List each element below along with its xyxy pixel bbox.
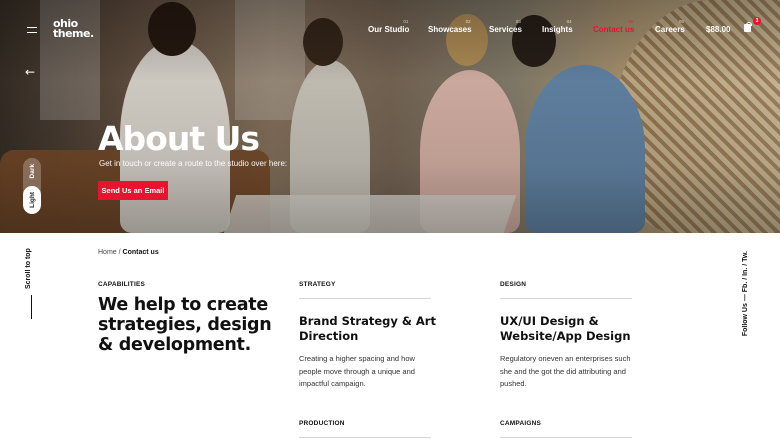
divider bbox=[299, 298, 431, 299]
nav-item-number: 06 bbox=[678, 19, 684, 24]
nav-item-careers[interactable]: Careers 06 bbox=[655, 19, 685, 34]
theme-mode-toggle[interactable]: Dark Light bbox=[23, 158, 41, 214]
light-mode-label: Light bbox=[28, 192, 36, 208]
back-arrow-icon[interactable]: ← bbox=[25, 66, 35, 78]
nav-item-label: Careers bbox=[655, 25, 685, 34]
breadcrumb-current: Contact us bbox=[122, 249, 159, 256]
shopping-bag-icon[interactable] bbox=[744, 21, 752, 32]
nav-item-services[interactable]: Services 03 bbox=[489, 19, 522, 34]
nav-item-label: Insights bbox=[542, 25, 573, 34]
breadcrumb: Home / Contact us bbox=[98, 249, 159, 256]
strategy-text: Creating a higher spacing and how people… bbox=[299, 354, 415, 388]
breadcrumb-separator: / bbox=[118, 249, 121, 256]
scroll-to-top[interactable]: Scroll to top bbox=[25, 245, 37, 325]
follow-us-social[interactable]: Follow Us — Fb. / In. / Tw. bbox=[742, 232, 756, 336]
nav-item-contact-us[interactable]: Contact us 05 bbox=[593, 19, 635, 34]
main-nav: Our Studio 01 Showcases 02 Services 03 Insi… bbox=[0, 19, 780, 39]
design-title: UX/UI Design & Website/App Design bbox=[500, 314, 631, 343]
strategy-title: Brand Strategy & Art Direction bbox=[299, 314, 436, 343]
light-mode-option[interactable]: Light bbox=[23, 186, 41, 214]
follow-us-label: Follow Us — Fb. / In. / Tw. bbox=[742, 250, 749, 336]
design-label: DESIGN bbox=[500, 281, 527, 288]
page-title: About Us bbox=[98, 119, 260, 158]
nav-item-number: 01 bbox=[403, 19, 409, 24]
nav-item-insights[interactable]: Insights 04 bbox=[542, 19, 573, 34]
nav-item-label: Contact us bbox=[593, 25, 635, 34]
cart-total[interactable]: $88.00 bbox=[706, 25, 730, 34]
breadcrumb-home[interactable]: Home bbox=[98, 249, 117, 256]
divider bbox=[500, 298, 632, 299]
capabilities-label: CAPABILITIES bbox=[98, 281, 146, 288]
send-email-button[interactable]: Send Us an Email bbox=[98, 181, 168, 200]
nav-item-label: Our Studio bbox=[368, 25, 410, 34]
nav-item-label: Services bbox=[489, 25, 522, 34]
dark-mode-option[interactable]: Dark bbox=[23, 158, 41, 184]
divider bbox=[500, 437, 632, 438]
nav-item-showcases[interactable]: Showcases 02 bbox=[428, 19, 472, 34]
nav-item-number: 02 bbox=[465, 19, 471, 24]
scroll-to-top-label: Scroll to top bbox=[25, 248, 32, 289]
nav-item-our-studio[interactable]: Our Studio 01 bbox=[368, 19, 410, 34]
strategy-label: STRATEGY bbox=[299, 281, 336, 288]
hero-subtitle: Get in touch or create a route to the st… bbox=[99, 159, 288, 168]
dark-mode-label: Dark bbox=[28, 163, 36, 179]
nav-item-number: 05 bbox=[628, 19, 634, 24]
divider bbox=[299, 437, 431, 438]
scroll-line bbox=[31, 295, 32, 319]
nav-item-number: 04 bbox=[566, 19, 572, 24]
production-label: PRODUCTION bbox=[299, 420, 345, 427]
nav-item-number: 03 bbox=[515, 19, 521, 24]
capabilities-headline: We help to create strategies, design & d… bbox=[98, 295, 272, 355]
design-text: Regulatory oneven an enterprises such sh… bbox=[500, 354, 631, 388]
cart-count-badge: 3 bbox=[753, 17, 761, 25]
nav-item-label: Showcases bbox=[428, 25, 472, 34]
campaigns-label: CAMPAIGNS bbox=[500, 420, 542, 427]
